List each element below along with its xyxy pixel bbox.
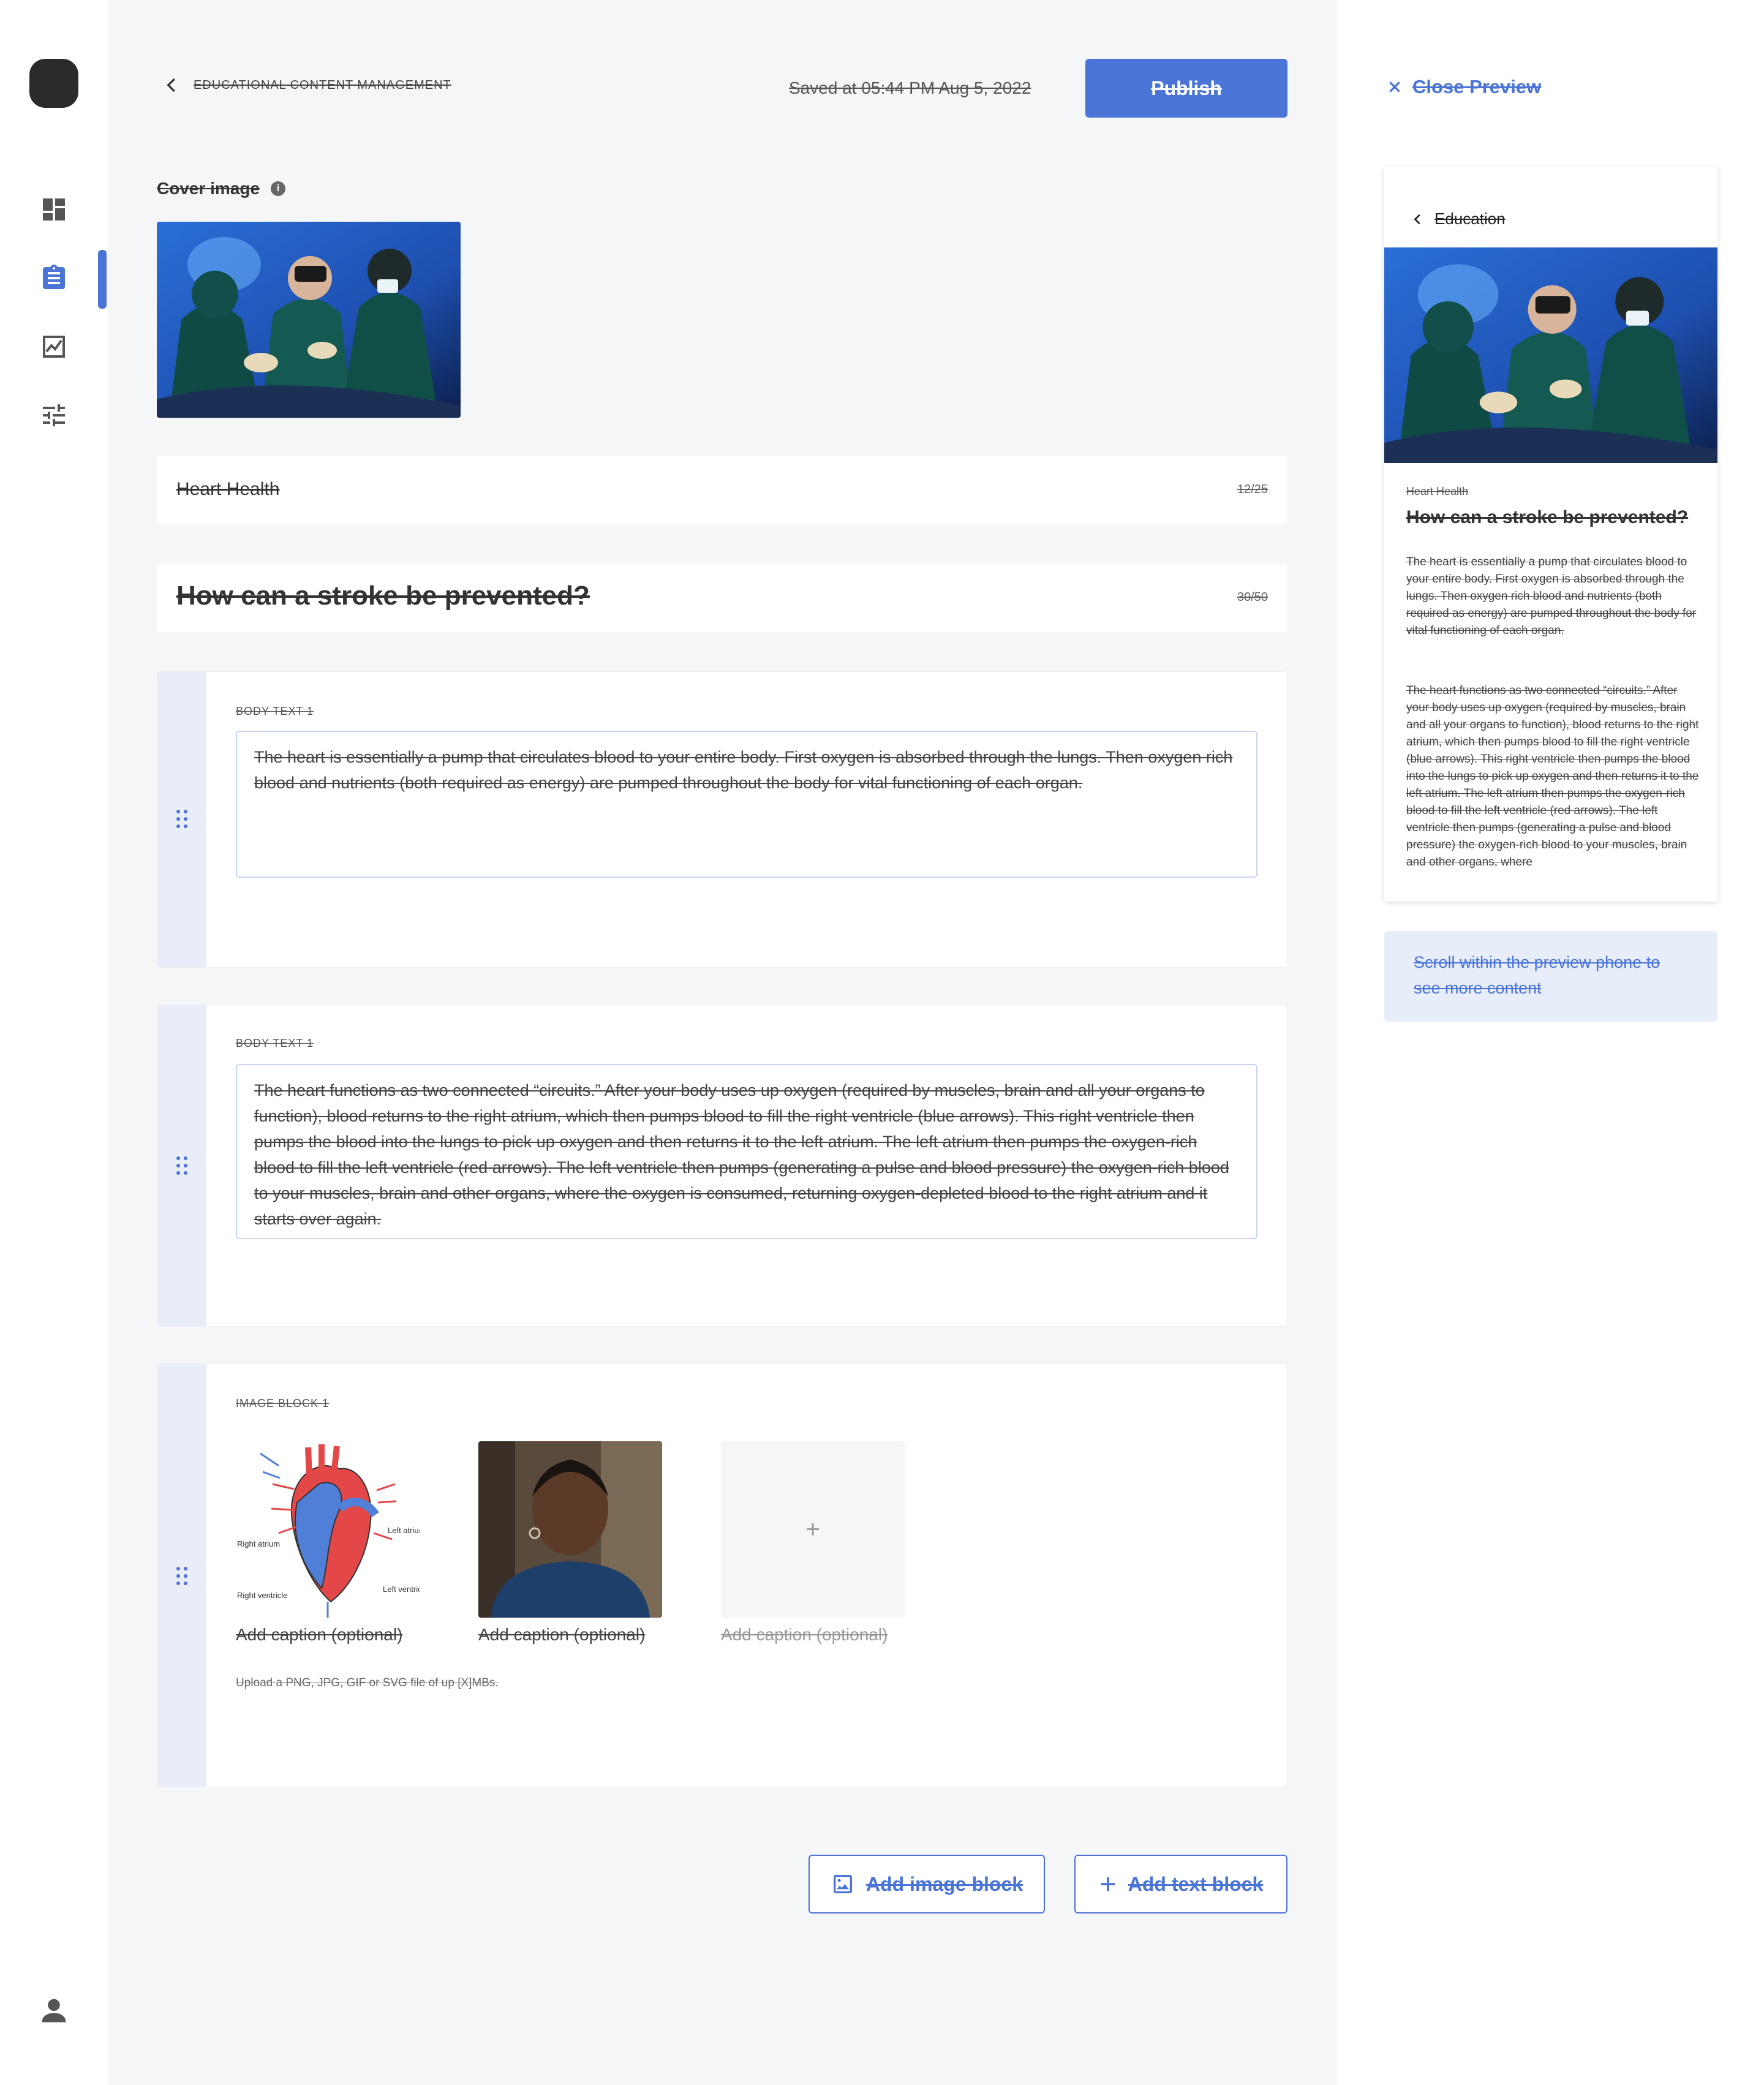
preview-paragraph: The heart functions as two connected “ci… xyxy=(1406,684,1699,869)
breadcrumb: EDUCATIONAL CONTENT MANAGEMENT xyxy=(163,76,451,94)
block-label: IMAGE BLOCK 1 xyxy=(236,1397,330,1409)
info-icon[interactable]: i xyxy=(271,181,286,196)
preview-title: How can a stroke be prevented? xyxy=(1406,507,1689,527)
title-char-counter: 30/50 xyxy=(1237,590,1268,604)
drag-handle[interactable] xyxy=(157,1364,206,1787)
drag-handle[interactable] xyxy=(157,1005,206,1326)
body-text-block: BODY TEXT 1 The heart is essentially a p… xyxy=(157,671,1287,968)
caption-input[interactable]: Add caption (optional) xyxy=(236,1625,402,1645)
close-preview-label[interactable]: Close Preview xyxy=(1412,76,1541,98)
user-account-icon[interactable] xyxy=(38,1994,70,2026)
saved-status: Saved at 05:44 PM Aug 5, 2022 xyxy=(789,78,1031,97)
add-image-block-button[interactable]: Add image block xyxy=(809,1855,1045,1913)
chevron-left-icon[interactable] xyxy=(1411,213,1425,226)
dashboard-icon[interactable] xyxy=(39,195,69,224)
category-field[interactable]: Heart Health 12/25 xyxy=(157,456,1287,524)
title-field[interactable]: How can a stroke be prevented? 30/50 xyxy=(157,564,1287,632)
chevron-left-icon[interactable] xyxy=(163,76,181,94)
cover-image-label-text: Cover image xyxy=(157,179,260,198)
caption-input[interactable]: Add caption (optional) xyxy=(721,1625,888,1645)
image-icon xyxy=(833,1875,852,1893)
scroll-hint: Scroll within the preview phone to see m… xyxy=(1384,931,1717,1022)
category-value[interactable]: Heart Health xyxy=(176,479,279,500)
breadcrumb-label[interactable]: EDUCATIONAL CONTENT MANAGEMENT xyxy=(194,78,451,92)
editor-panel: EDUCATIONAL CONTENT MANAGEMENT Saved at … xyxy=(108,0,1336,2085)
title-value[interactable]: How can a stroke be prevented? xyxy=(176,581,590,611)
preview-paragraph: The heart is essentially a pump that cir… xyxy=(1406,556,1697,637)
publish-button[interactable]: Publish xyxy=(1085,59,1287,118)
drag-dots-icon[interactable] xyxy=(175,1565,189,1587)
preview-cover-image xyxy=(1384,247,1717,463)
sliders-icon[interactable] xyxy=(39,401,69,430)
preview-phone[interactable]: Education Heart Health How can a stroke … xyxy=(1384,167,1717,902)
upload-hint: Upload a PNG, JPG, GIF or SVG file of up… xyxy=(236,1676,499,1689)
add-image-tile[interactable]: + xyxy=(721,1441,905,1618)
block-label: BODY TEXT 1 xyxy=(236,1037,314,1049)
close-icon[interactable] xyxy=(1387,79,1403,95)
cover-image[interactable] xyxy=(157,222,461,418)
drag-dots-icon[interactable] xyxy=(175,808,189,830)
body-text-block: BODY TEXT 1 The heart functions as two c… xyxy=(157,1005,1287,1327)
body-text-input[interactable]: The heart functions as two connected “ci… xyxy=(236,1064,1257,1239)
add-image-block-label: Add image block xyxy=(865,1872,1023,1895)
plus-icon xyxy=(1101,1877,1115,1891)
add-text-block-button[interactable]: Add text block xyxy=(1074,1855,1287,1913)
chart-icon[interactable] xyxy=(39,332,69,361)
close-preview-button[interactable]: Close Preview xyxy=(1387,76,1541,98)
heart-diagram-image[interactable]: Left atrium Right atrium Right ventricle… xyxy=(236,1441,420,1618)
image-block: IMAGE BLOCK 1 Left atrium Right atrium R… xyxy=(157,1363,1287,1787)
app-logo[interactable] xyxy=(29,59,78,108)
drag-handle[interactable] xyxy=(157,672,206,967)
diagram-label-left-atrium: Left atrium xyxy=(388,1526,420,1535)
diagram-label-right-atrium: Right atrium xyxy=(237,1539,280,1548)
add-text-block-label: Add text block xyxy=(1128,1872,1264,1895)
diagram-label-left-ventricle: Left ventricle xyxy=(383,1585,420,1594)
woman-photo-image[interactable] xyxy=(478,1441,662,1618)
clipboard-icon[interactable] xyxy=(39,263,69,293)
plus-icon[interactable]: + xyxy=(805,1516,820,1544)
nav-rail xyxy=(0,0,108,2085)
phone-header: Education xyxy=(1411,209,1506,228)
preview-panel: Close Preview Education Heart Health How… xyxy=(1336,0,1764,2085)
diagram-label-right-ventricle: Right ventricle xyxy=(237,1591,287,1600)
block-label: BODY TEXT 1 xyxy=(236,705,314,717)
active-nav-indicator xyxy=(98,250,107,309)
caption-input[interactable]: Add caption (optional) xyxy=(478,1625,645,1645)
phone-back-label[interactable]: Education xyxy=(1434,209,1506,228)
body-text-input[interactable]: The heart is essentially a pump that cir… xyxy=(236,731,1257,878)
drag-dots-icon[interactable] xyxy=(175,1155,189,1177)
cover-image-label: Cover image i xyxy=(157,179,286,198)
preview-category: Heart Health xyxy=(1406,485,1469,497)
category-char-counter: 12/25 xyxy=(1237,483,1268,496)
